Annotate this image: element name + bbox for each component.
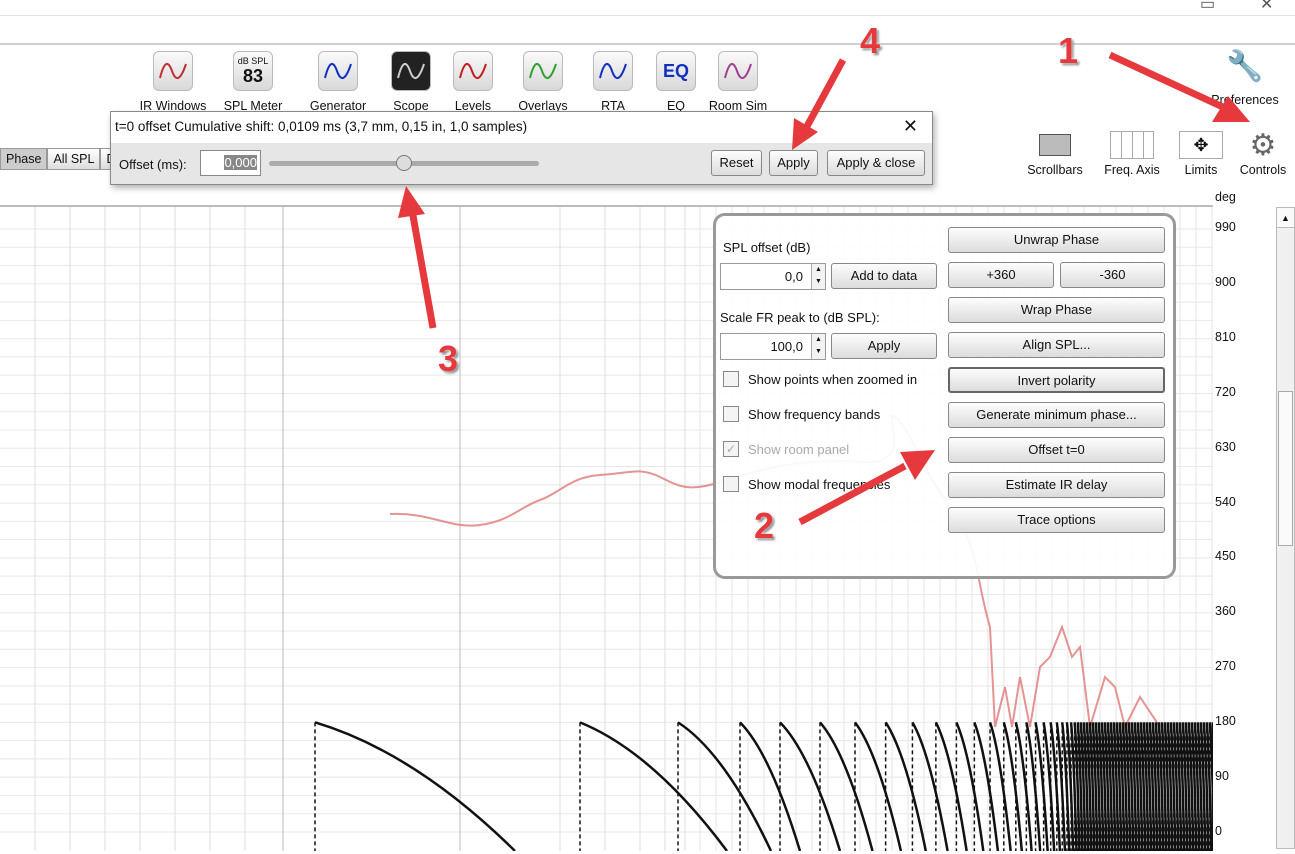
graph-tabs: Phase All SPL D	[0, 148, 121, 170]
checkbox-box[interactable]	[723, 476, 739, 492]
annotation-4: 4	[860, 20, 880, 62]
y-tick-label: 360	[1215, 604, 1236, 618]
freq-axis-icon	[1097, 127, 1167, 163]
t0-offset-dialog: t=0 offset Cumulative shift: 0,0109 ms (…	[110, 111, 933, 185]
preferences-button[interactable]: 🔧 Preferences	[1205, 49, 1285, 107]
close-icon[interactable]: ✕	[903, 116, 918, 137]
checkbox-show-points-when-zoomed-in[interactable]: Show points when zoomed in	[723, 371, 917, 387]
y-axis: deg 990900810720630540450360270180900	[1213, 190, 1273, 849]
spl-offset-field[interactable]: 0,0▲▼	[720, 263, 826, 290]
y-tick-label: 810	[1215, 330, 1236, 344]
scroll-thumb[interactable]	[1278, 391, 1293, 546]
scale-apply-button[interactable]: Apply	[831, 333, 937, 359]
apply-button[interactable]: Apply	[769, 150, 818, 176]
tab-phase[interactable]: Phase	[0, 148, 47, 170]
checkbox-show-room-panel: ✓Show room panel	[723, 441, 849, 457]
vertical-scrollbar[interactable]: ▲	[1276, 207, 1295, 849]
y-tick-label: 0	[1215, 824, 1222, 838]
limits-button[interactable]: ✥ Limits	[1166, 127, 1236, 177]
tool-generator[interactable]: Generator	[298, 51, 378, 113]
y-tick-label: 450	[1215, 549, 1236, 563]
y-tick-label: 180	[1215, 714, 1236, 728]
scope-icon	[391, 51, 431, 91]
y-tick-label: 90	[1215, 769, 1229, 783]
checkbox-show-modal-frequencies[interactable]: Show modal frequencies	[723, 476, 890, 492]
unwrap-phase-button[interactable]: Unwrap Phase	[948, 227, 1165, 253]
y-tick-label: 540	[1215, 495, 1236, 509]
wrench-icon: 🔧	[1205, 49, 1285, 93]
offset-t0-button[interactable]: Offset t=0	[948, 437, 1165, 463]
restore-icon[interactable]: ▭	[1200, 0, 1215, 14]
y-tick-label: 720	[1215, 385, 1236, 399]
gear-icon: ⚙	[1228, 127, 1295, 163]
ir-windows-icon	[153, 51, 193, 91]
tool-overlays[interactable]: Overlays	[503, 51, 583, 113]
y-tick-label: 900	[1215, 275, 1236, 289]
close-window-icon[interactable]: ✕	[1260, 0, 1273, 14]
tool-spl-meter[interactable]: dB SPL83SPL Meter	[213, 51, 293, 113]
spl-meter-value: 83	[243, 66, 263, 87]
controls-button[interactable]: ⚙ Controls	[1228, 127, 1295, 177]
offset-input[interactable]: 0,000	[200, 150, 261, 176]
freq-axis-button[interactable]: Freq. Axis	[1097, 127, 1167, 177]
add-to-data-button[interactable]: Add to data	[831, 263, 937, 289]
checkbox-show-frequency-bands[interactable]: Show frequency bands	[723, 406, 880, 422]
dialog-title: t=0 offset Cumulative shift: 0,0109 ms (…	[111, 112, 932, 143]
tool-room-sim[interactable]: Room Sim	[698, 51, 778, 113]
offset-slider[interactable]	[269, 161, 539, 166]
trace-options-button[interactable]: Trace options	[948, 507, 1165, 533]
scale-fr-field[interactable]: 100,0▲▼	[720, 333, 826, 360]
rta-icon	[593, 51, 633, 91]
tool-levels[interactable]: Levels	[433, 51, 513, 113]
annotation-3: 3	[438, 338, 458, 380]
y-tick-label: 990	[1215, 220, 1236, 234]
room-sim-icon	[718, 51, 758, 91]
wrap-phase-button[interactable]: Wrap Phase	[948, 297, 1165, 323]
checkbox-box[interactable]	[723, 371, 739, 387]
scrollbars-icon	[1020, 127, 1090, 163]
scrollbars-button[interactable]: Scrollbars	[1020, 127, 1090, 177]
minus-360-button[interactable]: -360	[1060, 262, 1165, 288]
eq-icon: EQ	[656, 51, 696, 91]
title-bar: ▭ ✕	[0, 0, 1295, 16]
spl-offset-label: SPL offset (dB)	[723, 240, 810, 255]
offset-label: Offset (ms):	[119, 157, 187, 172]
apply-close-button[interactable]: Apply & close	[827, 150, 925, 176]
align-spl-button[interactable]: Align SPL...	[948, 332, 1165, 358]
scroll-up-arrow[interactable]: ▲	[1277, 208, 1294, 228]
spl-meter-caption: dB SPL	[238, 56, 269, 66]
invert-polarity-button[interactable]: Invert polarity	[948, 367, 1165, 393]
scale-fr-label: Scale FR peak to (dB SPL):	[720, 310, 880, 325]
slider-knob[interactable]	[396, 155, 412, 171]
reset-button[interactable]: Reset	[711, 150, 762, 176]
annotation-2: 2	[754, 505, 774, 547]
y-tick-label: 630	[1215, 440, 1236, 454]
overlays-icon	[523, 51, 563, 91]
tool-ir-windows[interactable]: IR Windows	[133, 51, 213, 113]
generator-icon	[318, 51, 358, 91]
y-axis-unit: deg	[1215, 190, 1236, 204]
levels-icon	[453, 51, 493, 91]
plus-360-button[interactable]: +360	[948, 262, 1054, 288]
y-tick-label: 270	[1215, 659, 1236, 673]
checkbox-box[interactable]	[723, 406, 739, 422]
estimate-ir-delay-button[interactable]: Estimate IR delay	[948, 472, 1165, 498]
checkbox-box: ✓	[723, 441, 739, 457]
scale-fr-spinner[interactable]: ▲▼	[811, 334, 825, 359]
tab-all-spl[interactable]: All SPL	[47, 148, 100, 170]
controls-panel: SPL offset (dB) 0,0▲▼ Add to data Scale …	[713, 213, 1176, 579]
limits-icon: ✥	[1166, 127, 1236, 163]
eq-caption: EQ	[663, 61, 689, 82]
spl-offset-spinner[interactable]: ▲▼	[811, 264, 825, 289]
spl-meter-icon: dB SPL83	[233, 51, 273, 91]
generate-minimum-phase-button[interactable]: Generate minimum phase...	[948, 402, 1165, 428]
annotation-1: 1	[1058, 30, 1078, 72]
